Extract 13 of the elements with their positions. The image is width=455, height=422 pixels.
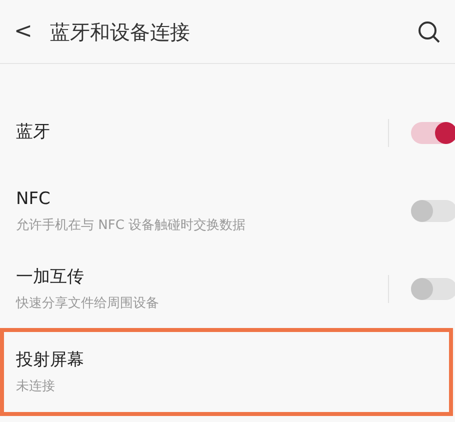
back-button[interactable]: <	[14, 20, 34, 42]
setting-title[interactable]: 投射屏幕	[16, 348, 449, 374]
toggle-switch[interactable]	[411, 278, 455, 300]
setting-description: 快速分享文件给周围设备	[16, 294, 160, 312]
toggle-switch[interactable]	[411, 200, 455, 222]
setting-description: 允许手机在与 NFC 设备触碰时交换数据	[16, 216, 247, 234]
setting-description: 未连接	[16, 378, 56, 396]
search-icon[interactable]	[417, 20, 441, 44]
toggle-switch[interactable]	[411, 122, 455, 144]
page-title: 蓝牙和设备连接	[50, 18, 190, 46]
setting-title[interactable]: NFC	[16, 187, 388, 212]
setting-title[interactable]: 一加互传	[16, 265, 388, 290]
setting-title[interactable]: 蓝牙	[16, 120, 388, 146]
